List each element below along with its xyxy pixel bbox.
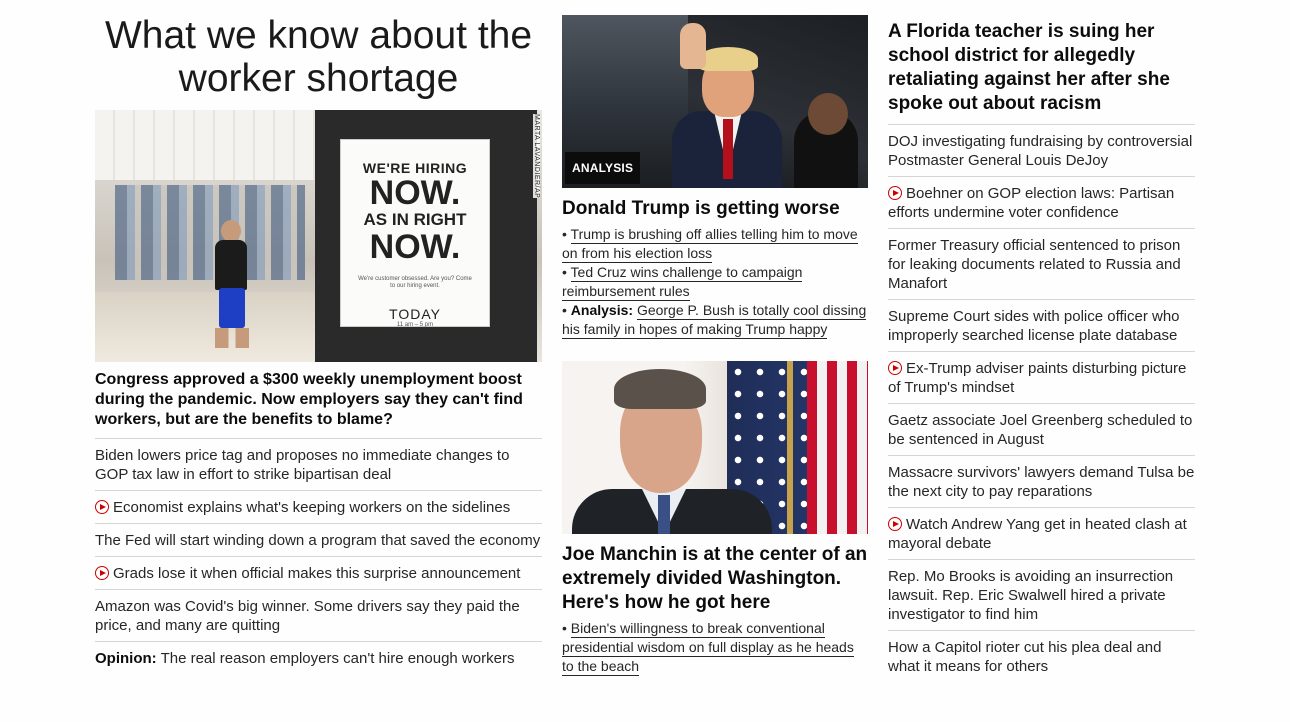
list-item-text: Amazon was Covid's big winner. Some driv…	[95, 598, 520, 634]
list-item-text: Rep. Mo Brooks is avoiding an insurrecti…	[888, 568, 1174, 623]
sign-small-print: We're customer obsessed. Are you? Come t…	[358, 276, 472, 289]
related-link-text: Ted Cruz wins challenge to campaign reim…	[562, 264, 803, 301]
list-item-text: The Fed will start winding down a progra…	[95, 532, 541, 549]
story-headline[interactable]: Donald Trump is getting worse	[562, 197, 868, 221]
waving-hand	[680, 23, 706, 69]
list-item-text: Former Treasury official sentenced to pr…	[888, 237, 1181, 292]
sign-text-line4: NOW.	[369, 228, 461, 266]
opinion-link[interactable]: Opinion: The real reason employers can't…	[95, 642, 542, 674]
middle-column: ANALYSIS Donald Trump is getting worse •…	[562, 0, 868, 676]
list-item-text: Watch Andrew Yang get in heated clash at…	[888, 516, 1187, 552]
list-item-text: Gaetz associate Joel Greenberg scheduled…	[888, 412, 1193, 448]
store-ceiling	[95, 110, 325, 180]
list-item[interactable]: Grads lose it when official makes this s…	[95, 557, 542, 590]
list-item[interactable]: Gaetz associate Joel Greenberg scheduled…	[888, 404, 1195, 456]
list-item[interactable]: Former Treasury official sentenced to pr…	[888, 229, 1195, 300]
manchin-photo[interactable]	[562, 361, 868, 534]
analysis-label: Analysis:	[570, 302, 634, 318]
hiring-sign: WE'RE HIRING NOW. AS IN RIGHT NOW. We're…	[341, 140, 489, 328]
list-item-text: Boehner on GOP election laws: Partisan e…	[888, 185, 1175, 221]
related-links: • Trump is brushing off allies telling h…	[562, 225, 868, 339]
list-item[interactable]: The Fed will start winding down a progra…	[95, 524, 542, 557]
list-item-text: Economist explains what's keeping worker…	[113, 499, 511, 516]
related-link[interactable]: • Analysis: George P. Bush is totally co…	[562, 301, 868, 339]
right-story-list: DOJ investigating fundraising by controv…	[888, 124, 1195, 682]
list-item[interactable]: Biden lowers price tag and proposes no i…	[95, 439, 542, 491]
flag-pole	[787, 361, 793, 534]
main-headline[interactable]: What we know about the worker shortage	[95, 14, 542, 100]
photo-credit: MARTA LAVANDIER/AP	[533, 114, 540, 199]
opinion-text: The real reason employers can't hire eno…	[160, 650, 515, 667]
list-item[interactable]: How a Capitol rioter cut his plea deal a…	[888, 631, 1195, 682]
story-headline[interactable]: Joe Manchin is at the center of an extre…	[562, 543, 868, 615]
lead-story-link[interactable]: Congress approved a $300 weekly unemploy…	[95, 370, 542, 430]
list-item[interactable]: Supreme Court sides with police officer …	[888, 300, 1195, 352]
sign-today: TODAY	[389, 306, 441, 322]
video-play-icon	[888, 186, 902, 200]
related-link[interactable]: • Ted Cruz wins challenge to campaign re…	[562, 263, 868, 301]
left-story-list: Biden lowers price tag and proposes no i…	[95, 438, 542, 674]
related-link[interactable]: • Biden's willingness to break conventio…	[562, 619, 868, 676]
right-column: A Florida teacher is suing her school di…	[888, 0, 1195, 682]
opinion-label: Opinion:	[95, 650, 157, 667]
list-item[interactable]: Ex-Trump adviser paints disturbing pictu…	[888, 352, 1195, 404]
analysis-badge: ANALYSIS	[565, 152, 641, 184]
list-item-text: Massacre survivors' lawyers demand Tulsa…	[888, 464, 1195, 500]
video-play-icon	[95, 566, 109, 580]
trump-photo[interactable]: ANALYSIS	[562, 15, 868, 188]
list-item[interactable]: DOJ investigating fundraising by controv…	[888, 125, 1195, 177]
hiring-sign-photo[interactable]: WE'RE HIRING NOW. AS IN RIGHT NOW. We're…	[95, 110, 542, 362]
sign-hours: 11 am – 5 pm	[396, 322, 434, 328]
list-item-text: How a Capitol rioter cut his plea deal a…	[888, 639, 1162, 675]
sign-text-line2: NOW.	[369, 174, 461, 212]
list-item-text: Ex-Trump adviser paints disturbing pictu…	[888, 360, 1187, 396]
video-play-icon	[95, 500, 109, 514]
related-link-text: Biden's willingness to break conventiona…	[562, 620, 854, 676]
sign-text-line3: AS IN RIGHT	[363, 210, 467, 229]
related-link-text: Trump is brushing off allies telling him…	[562, 226, 858, 263]
list-item[interactable]: Watch Andrew Yang get in heated clash at…	[888, 508, 1195, 560]
list-item-text: Biden lowers price tag and proposes no i…	[95, 447, 510, 483]
list-item[interactable]: Massacre survivors' lawyers demand Tulsa…	[888, 456, 1195, 508]
list-item[interactable]: Rep. Mo Brooks is avoiding an insurrecti…	[888, 560, 1195, 631]
list-item-text: Grads lose it when official makes this s…	[113, 565, 521, 582]
video-play-icon	[888, 517, 902, 531]
video-play-icon	[888, 361, 902, 375]
list-item[interactable]: Amazon was Covid's big winner. Some driv…	[95, 590, 542, 642]
story-headline[interactable]: A Florida teacher is suing her school di…	[888, 20, 1195, 116]
left-column: What we know about the worker shortage W…	[95, 0, 542, 674]
list-item-text: Supreme Court sides with police officer …	[888, 308, 1180, 344]
list-item[interactable]: Boehner on GOP election laws: Partisan e…	[888, 177, 1195, 229]
list-item-text: DOJ investigating fundraising by controv…	[888, 133, 1193, 169]
flag-stripes	[807, 361, 868, 534]
related-link[interactable]: • Trump is brushing off allies telling h…	[562, 225, 868, 263]
related-links: • Biden's willingness to break conventio…	[562, 619, 868, 676]
shopper-figure	[207, 220, 255, 350]
list-item[interactable]: Economist explains what's keeping worker…	[95, 491, 542, 524]
